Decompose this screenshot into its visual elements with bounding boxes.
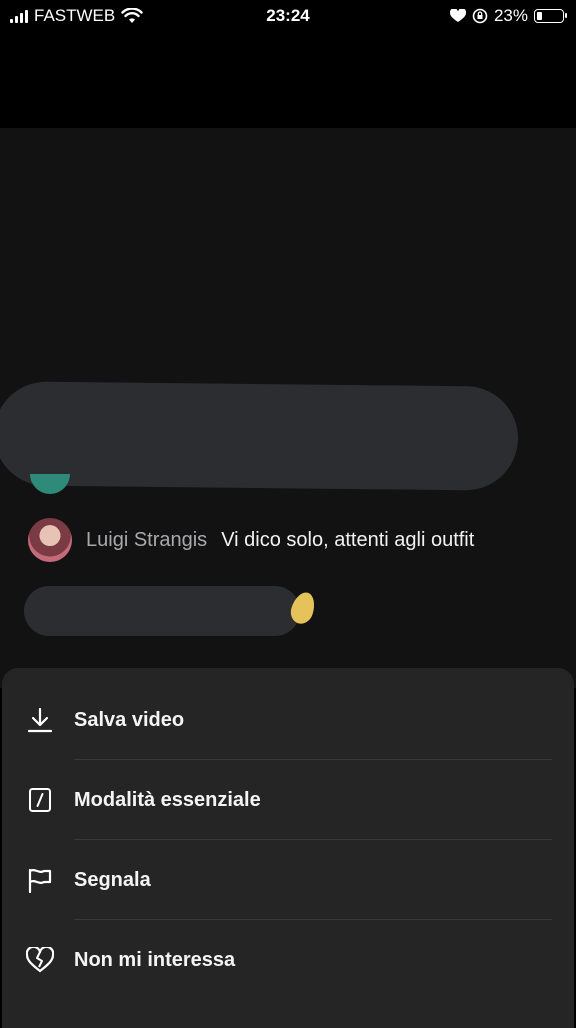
- status-bar: FASTWEB 23:24 23%: [0, 0, 576, 34]
- comment-row[interactable]: Luigi Strangis Vi dico solo, attenti agl…: [28, 518, 474, 562]
- battery-icon: [534, 9, 567, 23]
- flag-icon: [26, 866, 54, 894]
- save-video-label: Salva video: [74, 708, 185, 731]
- comment-username[interactable]: Luigi Strangis: [86, 529, 207, 552]
- report-label: Segnala: [74, 868, 151, 891]
- report-button[interactable]: Segnala: [2, 840, 574, 920]
- action-sheet: Salva video Modalità essenziale Segnala: [2, 668, 574, 1028]
- heart-icon: [449, 9, 466, 22]
- not-interested-label: Non mi interessa: [74, 948, 236, 971]
- avatar[interactable]: [28, 518, 72, 562]
- comment-text: Vi dico solo, attenti agli outfit: [221, 528, 475, 551]
- download-icon: [26, 706, 54, 734]
- essential-mode-icon: [26, 786, 54, 814]
- battery-percent: 23%: [493, 6, 528, 25]
- orientation-lock-icon: [472, 8, 488, 24]
- not-interested-button[interactable]: Non mi interessa: [2, 920, 574, 1000]
- essential-mode-label: Modalità essenziale: [74, 788, 261, 811]
- redacted-block-small: [24, 586, 300, 636]
- battery-level: [537, 12, 542, 20]
- redacted-block: [0, 381, 519, 491]
- broken-heart-icon: [26, 946, 54, 974]
- status-bar-right: 23%: [449, 6, 567, 26]
- essential-mode-button[interactable]: Modalità essenziale: [2, 760, 574, 840]
- save-video-button[interactable]: Salva video: [2, 680, 574, 760]
